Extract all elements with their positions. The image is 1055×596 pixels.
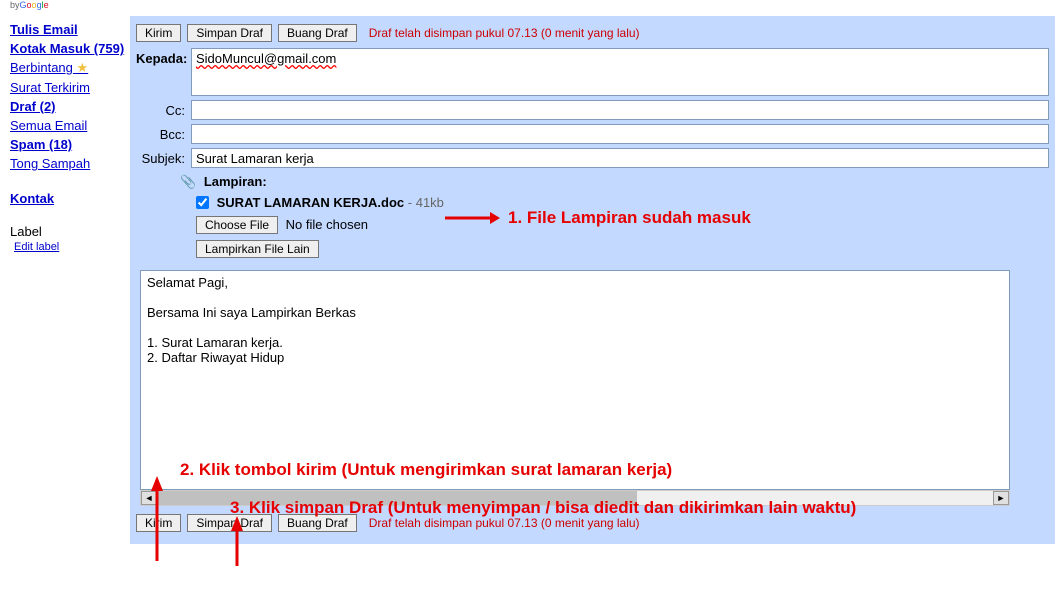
send-button-bottom[interactable]: Kirim [136, 514, 181, 532]
attachment-item: SURAT LAMARAN KERJA.doc - 41kb [196, 190, 1049, 214]
sidebar-compose[interactable]: Tulis Email [10, 20, 130, 39]
save-draft-button[interactable]: Simpan Draf [187, 24, 272, 42]
compose-pane: Kirim Simpan Draf Buang Draf Draf telah … [130, 16, 1055, 544]
sidebar-inbox[interactable]: Kotak Masuk (759) [10, 39, 130, 58]
send-button[interactable]: Kirim [136, 24, 181, 42]
sidebar-spam[interactable]: Spam (18) [10, 135, 130, 154]
discard-draft-button-bottom[interactable]: Buang Draf [278, 514, 357, 532]
attach-more-button[interactable]: Lampirkan File Lain [196, 240, 319, 258]
sidebar-contacts[interactable]: Kontak [10, 189, 130, 208]
to-label: Kepada: [136, 48, 191, 66]
attachment-size: - 41kb [404, 195, 444, 210]
message-body[interactable]: Selamat Pagi, Bersama Ini saya Lampirkan… [140, 270, 1010, 490]
sidebar-starred[interactable]: Berbintang ★ [10, 58, 130, 78]
cc-label: Cc: [136, 100, 191, 118]
to-field[interactable]: SidoMuncul@gmail.com [191, 48, 1049, 96]
cc-field[interactable] [191, 100, 1049, 120]
no-file-chosen: No file chosen [286, 217, 368, 232]
bcc-label: Bcc: [136, 124, 191, 142]
horizontal-scrollbar[interactable]: ◄ ► [140, 490, 1010, 506]
sidebar-label-header: Label [10, 224, 130, 239]
discard-draft-button[interactable]: Buang Draf [278, 24, 357, 42]
sidebar-trash[interactable]: Tong Sampah [10, 154, 130, 173]
choose-file-button[interactable]: Choose File [196, 216, 278, 234]
attachment-checkbox[interactable] [196, 196, 209, 209]
toolbar-bottom: Kirim Simpan Draf Buang Draf Draf telah … [136, 512, 1049, 538]
provider-logo: byGoogle [0, 0, 1055, 16]
subject-label: Subjek: [136, 148, 191, 166]
scrollbar-thumb[interactable] [157, 491, 637, 505]
sidebar-edit-label[interactable]: Edit label [10, 239, 130, 255]
sidebar-sent[interactable]: Surat Terkirim [10, 78, 130, 97]
draft-status-bottom: Draf telah disimpan pukul 07.13 (0 menit… [369, 516, 640, 530]
save-draft-button-bottom[interactable]: Simpan Draf [187, 514, 272, 532]
attachment-filename: SURAT LAMARAN KERJA.doc [217, 195, 405, 210]
scroll-left-icon[interactable]: ◄ [141, 491, 157, 505]
sidebar: Tulis Email Kotak Masuk (759) Berbintang… [0, 16, 130, 544]
sidebar-drafts[interactable]: Draf (2) [10, 97, 130, 116]
draft-status: Draf telah disimpan pukul 07.13 (0 menit… [369, 26, 640, 40]
toolbar-top: Kirim Simpan Draf Buang Draf Draf telah … [136, 22, 1049, 48]
subject-field[interactable] [191, 148, 1049, 168]
star-icon: ★ [77, 60, 89, 75]
paperclip-icon: 📎 [180, 174, 196, 190]
bcc-field[interactable] [191, 124, 1049, 144]
scroll-right-icon[interactable]: ► [993, 491, 1009, 505]
attachment-header: Lampiran: [204, 174, 267, 189]
sidebar-all[interactable]: Semua Email [10, 116, 130, 135]
